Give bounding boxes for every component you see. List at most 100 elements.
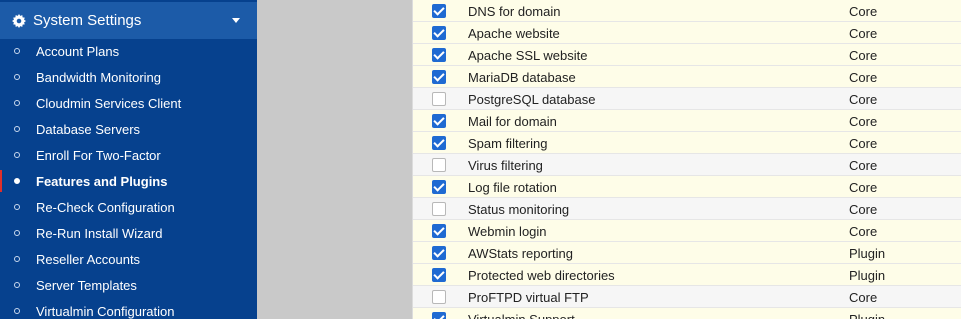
table-row: AWStats reporting Plugin <box>413 242 961 264</box>
feature-source: Core <box>849 136 878 151</box>
feature-checkbox[interactable] <box>432 158 446 172</box>
bullet-icon <box>14 230 20 236</box>
feature-checkbox[interactable] <box>432 92 446 106</box>
table-row: Protected web directories Plugin <box>413 264 961 286</box>
table-row: Spam filtering Core <box>413 132 961 154</box>
feature-source: Core <box>849 202 878 217</box>
feature-source: Core <box>849 180 878 195</box>
feature-source: Core <box>849 158 878 173</box>
sidebar-item[interactable]: Reseller Accounts <box>0 246 257 272</box>
sidebar-item-label: Server Templates <box>36 278 137 293</box>
feature-name: Status monitoring <box>468 202 570 217</box>
feature-checkbox[interactable] <box>432 114 446 128</box>
sidebar-item[interactable]: Account Plans <box>0 38 257 64</box>
gear-icon <box>12 13 26 28</box>
section-title: System Settings <box>33 12 142 29</box>
bullet-icon <box>14 204 20 210</box>
sidebar-item[interactable]: Enroll For Two-Factor <box>0 142 257 168</box>
feature-checkbox[interactable] <box>432 48 446 62</box>
bullet-icon <box>14 256 20 262</box>
feature-checkbox[interactable] <box>432 202 446 216</box>
feature-name: PostgreSQL database <box>468 92 596 107</box>
feature-checkbox[interactable] <box>432 224 446 238</box>
bullet-icon <box>14 308 20 314</box>
table-row: PostgreSQL database Core <box>413 88 961 110</box>
feature-checkbox[interactable] <box>432 4 446 18</box>
content-gap <box>257 0 412 319</box>
feature-source: Plugin <box>849 312 885 319</box>
feature-name: Webmin login <box>468 224 547 239</box>
feature-name: Log file rotation <box>468 180 557 195</box>
feature-name: ProFTPD virtual FTP <box>468 290 589 305</box>
feature-source: Core <box>849 92 878 107</box>
feature-name: AWStats reporting <box>468 246 574 261</box>
feature-source: Core <box>849 48 878 63</box>
feature-name: Spam filtering <box>468 136 548 151</box>
table-row: Log file rotation Core <box>413 176 961 198</box>
sidebar-item-label: Bandwidth Monitoring <box>36 70 162 85</box>
sidebar-item-label: Features and Plugins <box>36 174 168 189</box>
sidebar-item-label: Re-Run Install Wizard <box>36 226 163 241</box>
table-row: Apache SSL website Core <box>413 44 961 66</box>
sidebar-item-label: Enroll For Two-Factor <box>36 148 161 163</box>
feature-name: DNS for domain <box>468 4 561 19</box>
table-row: Virtualmin Support Plugin <box>413 308 961 319</box>
feature-name: Virtualmin Support <box>468 312 575 319</box>
sidebar-item-label: Re-Check Configuration <box>36 200 175 215</box>
feature-source: Core <box>849 70 878 85</box>
feature-source: Core <box>849 114 878 129</box>
feature-source: Core <box>849 4 878 19</box>
feature-checkbox[interactable] <box>432 26 446 40</box>
feature-source: Core <box>849 26 878 41</box>
caret-down-icon <box>232 18 240 23</box>
bullet-icon <box>14 152 20 158</box>
feature-checkbox[interactable] <box>432 312 446 319</box>
feature-checkbox[interactable] <box>432 246 446 260</box>
feature-source: Core <box>849 224 878 239</box>
sidebar: System Settings Account Plans Bandwidth M… <box>0 0 257 319</box>
sidebar-item[interactable]: Server Templates <box>0 272 257 298</box>
features-table: DNS for domain Core Apache website Core Apac… <box>412 0 961 319</box>
feature-checkbox[interactable] <box>432 136 446 150</box>
table-row: Mail for domain Core <box>413 110 961 132</box>
table-row: ProFTPD virtual FTP Core <box>413 286 961 308</box>
sidebar-item[interactable]: Re-Check Configuration <box>0 194 257 220</box>
bullet-icon <box>14 74 20 80</box>
sidebar-item-label: Reseller Accounts <box>36 252 141 267</box>
feature-name: Mail for domain <box>468 114 557 129</box>
sidebar-item[interactable]: Bandwidth Monitoring <box>0 64 257 90</box>
table-row: MariaDB database Core <box>413 66 961 88</box>
table-row: DNS for domain Core <box>413 0 961 22</box>
table-row: Webmin login Core <box>413 220 961 242</box>
feature-name: Apache SSL website <box>468 48 588 63</box>
system-settings-header[interactable]: System Settings <box>0 2 257 39</box>
sidebar-item[interactable]: Re-Run Install Wizard <box>0 220 257 246</box>
feature-name: Virus filtering <box>468 158 543 173</box>
table-row: Status monitoring Core <box>413 198 961 220</box>
bullet-icon <box>14 178 20 184</box>
table-row: Virus filtering Core <box>413 154 961 176</box>
feature-checkbox[interactable] <box>432 290 446 304</box>
sidebar-item-label: Virtualmin Configuration <box>36 304 175 319</box>
feature-source: Plugin <box>849 268 886 283</box>
feature-name: Protected web directories <box>468 268 615 283</box>
feature-source: Plugin <box>849 246 886 261</box>
settings-menu: Account Plans Bandwidth Monitoring Cloudmi… <box>0 38 257 319</box>
bullet-icon <box>14 48 20 54</box>
feature-source: Core <box>849 290 878 305</box>
feature-name: Apache website <box>468 26 560 41</box>
sidebar-item-label: Database Servers <box>36 122 141 137</box>
bullet-icon <box>14 126 20 132</box>
table-row: Apache website Core <box>413 22 961 44</box>
feature-checkbox[interactable] <box>432 268 446 282</box>
sidebar-item[interactable]: Database Servers <box>0 116 257 142</box>
sidebar-item[interactable]: Virtualmin Configuration <box>0 298 257 319</box>
sidebar-item-label: Account Plans <box>36 44 120 59</box>
bullet-icon <box>14 282 20 288</box>
feature-checkbox[interactable] <box>432 70 446 84</box>
sidebar-item[interactable]: Features and Plugins <box>0 168 257 194</box>
sidebar-item-label: Cloudmin Services Client <box>36 96 182 111</box>
sidebar-item[interactable]: Cloudmin Services Client <box>0 90 257 116</box>
bullet-icon <box>14 100 20 106</box>
feature-checkbox[interactable] <box>432 180 446 194</box>
